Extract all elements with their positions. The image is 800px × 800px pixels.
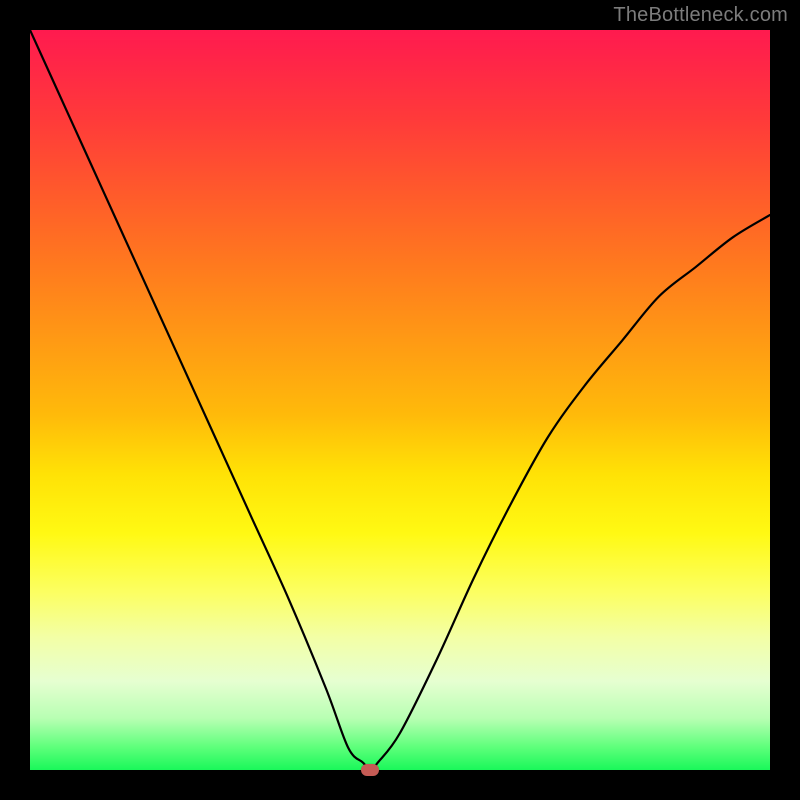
marker-dot (361, 764, 379, 776)
curve-svg (30, 30, 770, 770)
chart-frame: TheBottleneck.com (0, 0, 800, 800)
plot-area (30, 30, 770, 770)
bottleneck-curve-path (30, 30, 770, 770)
watermark-text: TheBottleneck.com (613, 4, 788, 27)
